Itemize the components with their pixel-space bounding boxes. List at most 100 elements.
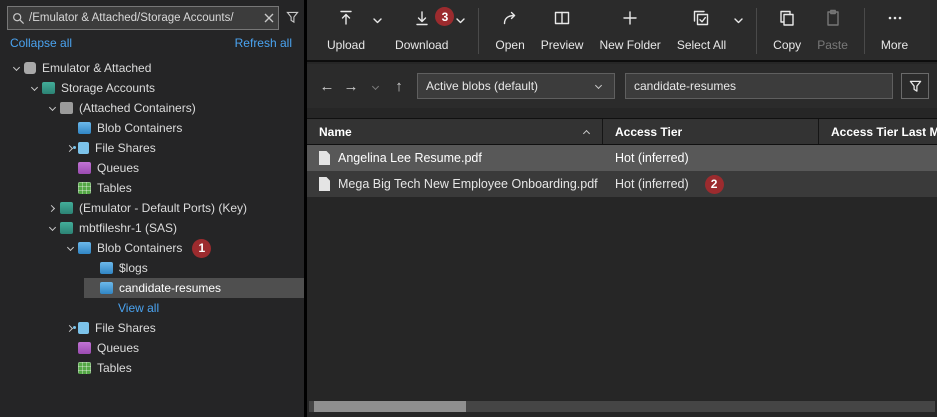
history-dropdown-button[interactable] [363, 76, 387, 96]
open-label: Open [495, 38, 524, 52]
download-dropdown-caret[interactable] [456, 6, 470, 56]
copy-label: Copy [773, 38, 801, 52]
tree-item-queues-mbt[interactable]: Queues [0, 338, 304, 358]
tree-item-label: (Emulator - Default Ports) (Key) [79, 201, 247, 215]
blob-search-input[interactable] [625, 73, 893, 99]
upload-dropdown-caret[interactable] [373, 6, 387, 56]
horizontal-scrollbar[interactable] [309, 401, 935, 412]
new-folder-label: New Folder [599, 38, 660, 52]
access-tier-value: Hot (inferred) [615, 151, 689, 165]
open-icon [501, 9, 519, 27]
queue-icon [78, 342, 91, 354]
chevron-right-icon[interactable] [44, 200, 60, 216]
tree-item-label: Storage Accounts [61, 81, 155, 95]
view-all-link[interactable]: View all [118, 301, 159, 315]
tree-item-mbtfileshr-1[interactable]: mbtfileshr-1 (SAS) [0, 218, 304, 238]
table-row[interactable]: Angelina Lee Resume.pdf Hot (inferred) [307, 145, 937, 171]
forward-button[interactable]: → [339, 78, 363, 95]
chevron-spacer [62, 360, 78, 376]
file-icon [319, 177, 330, 191]
tree-item-blob-containers-mbt[interactable]: Blob Containers 1 [0, 238, 304, 258]
chevron-spacer [62, 340, 78, 356]
tree-item-label: mbtfileshr-1 (SAS) [79, 221, 177, 235]
chevron-down-icon[interactable] [26, 80, 42, 96]
column-header-name[interactable]: Name [307, 119, 603, 144]
tree-action-links: Collapse all Refresh all [0, 36, 304, 54]
blob-state-select[interactable]: Active blobs (default) [417, 73, 615, 99]
tree-item-tables-attached[interactable]: Tables [0, 178, 304, 198]
toolbar: Upload Download 3 Open [307, 0, 937, 62]
chevron-down-icon[interactable] [44, 220, 60, 236]
tree-item-label: Blob Containers [97, 121, 182, 135]
tree-item-blob-containers-attached[interactable]: Blob Containers [0, 118, 304, 138]
attached-containers-icon [60, 102, 73, 114]
annotation-step-3: 3 [435, 7, 454, 26]
access-tier-value: Hot (inferred) [615, 177, 689, 191]
tree-item-logs[interactable]: $logs [0, 258, 304, 278]
tree-item-file-shares-mbt[interactable]: File Shares [0, 318, 304, 338]
sort-ascending-icon [578, 124, 594, 140]
refresh-all-link[interactable]: Refresh all [235, 36, 292, 50]
filter-button[interactable] [901, 73, 929, 99]
tree-item-label: Tables [97, 181, 132, 195]
storage-explorer-window: Collapse all Refresh all Emulator & Atta… [0, 0, 937, 417]
chevron-down-icon[interactable] [62, 240, 78, 256]
more-label: More [881, 38, 908, 52]
column-label: Access Tier [615, 125, 682, 139]
search-icon [12, 12, 25, 25]
toolbar-separator [756, 8, 757, 54]
chevron-spacer [62, 180, 78, 196]
blob-container-icon [78, 122, 91, 134]
chevron-down-icon[interactable] [44, 100, 60, 116]
tree-item-tables-mbt[interactable]: Tables [0, 358, 304, 378]
table-row[interactable]: Mega Big Tech New Employee Onboarding.pd… [307, 171, 937, 197]
tree-item-label: $logs [119, 261, 148, 275]
tree-item-candidate-resumes[interactable]: candidate-resumes [0, 278, 304, 298]
back-button[interactable]: ← [315, 78, 339, 95]
annotation-step-1: 1 [192, 239, 211, 258]
tree-item-storage-accounts[interactable]: Storage Accounts [0, 78, 304, 98]
download-button[interactable]: Download 3 [387, 6, 456, 56]
upload-icon [337, 9, 355, 27]
plug-icon [24, 62, 36, 74]
open-button[interactable]: Open [487, 6, 532, 56]
copy-icon [778, 9, 796, 27]
tree-item-file-shares-attached[interactable]: File Shares [0, 138, 304, 158]
tree-item-emulator-attached[interactable]: Emulator & Attached [0, 58, 304, 78]
table-icon [78, 182, 91, 194]
storage-account-icon [60, 202, 73, 214]
chevron-down-icon[interactable] [8, 60, 24, 76]
more-button[interactable]: More [873, 6, 916, 56]
resource-search-input[interactable] [25, 12, 264, 24]
scrollbar-thumb[interactable] [314, 401, 466, 412]
blob-container-panel: Upload Download 3 Open [307, 0, 937, 417]
upload-button[interactable]: Upload [319, 6, 373, 56]
select-all-dropdown-caret[interactable] [734, 6, 748, 56]
tree-item-queues-attached[interactable]: Queues [0, 158, 304, 178]
resource-search-box[interactable] [7, 6, 279, 30]
preview-label: Preview [541, 38, 584, 52]
up-level-button[interactable]: ↑ [387, 78, 411, 95]
chevron-spacer [62, 160, 78, 176]
copy-button[interactable]: Copy [765, 6, 809, 56]
close-icon[interactable] [264, 13, 274, 23]
paste-button[interactable]: Paste [809, 6, 856, 56]
new-folder-button[interactable]: New Folder [591, 6, 668, 56]
column-header-access-tier-last-modified[interactable]: Access Tier Last Mo [819, 119, 937, 144]
select-all-button[interactable]: Select All [669, 6, 734, 56]
blob-container-icon [100, 282, 113, 294]
blob-name: Angelina Lee Resume.pdf [338, 151, 482, 165]
tree-item-attached-containers[interactable]: (Attached Containers) [0, 98, 304, 118]
preview-button[interactable]: Preview [533, 6, 592, 56]
upload-label: Upload [327, 38, 365, 52]
more-icon [886, 9, 904, 27]
tree-item-emulator-default-ports[interactable]: (Emulator - Default Ports) (Key) [0, 198, 304, 218]
column-header-access-tier[interactable]: Access Tier [603, 119, 819, 144]
tree-item-label: Emulator & Attached [42, 61, 151, 75]
annotation-step-2: 2 [705, 175, 724, 194]
blob-container-icon [78, 242, 91, 254]
filter-icon[interactable] [286, 11, 299, 29]
tree-item-label: Tables [97, 361, 132, 375]
collapse-all-link[interactable]: Collapse all [10, 36, 72, 50]
tree-item-view-all[interactable]: View all [0, 298, 304, 318]
